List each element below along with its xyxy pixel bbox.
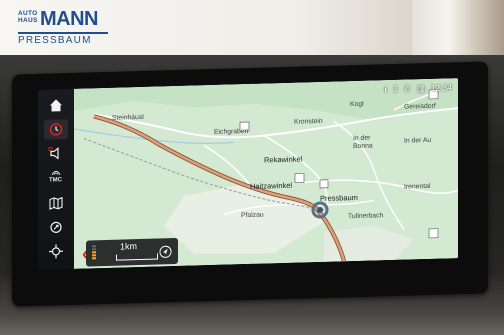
- scale-bar: [116, 253, 158, 261]
- status-bar: i 3 ✆ ▥ 12:34: [384, 80, 452, 96]
- sidebar-item-recent-destinations[interactable]: [44, 119, 68, 140]
- clock-time: 12:34: [430, 82, 452, 93]
- poi-icon[interactable]: [428, 228, 439, 239]
- place-label: Kogl: [350, 100, 364, 109]
- sidebar-item-route[interactable]: [44, 217, 68, 238]
- route-icon: [50, 221, 62, 233]
- sidebar-item-voice[interactable]: [44, 143, 68, 164]
- logo-location: PRESSBAUM: [18, 35, 92, 46]
- scale-distance: 1km: [120, 241, 138, 252]
- sidebar-item-home[interactable]: [44, 95, 68, 116]
- place-label: Pfalzau: [241, 211, 264, 220]
- home-icon: [50, 99, 62, 112]
- zoom-level-indicator: [92, 245, 96, 261]
- place-label: Eichgraben: [214, 127, 249, 136]
- logo-name: MANN: [40, 8, 99, 30]
- sidebar-item-tmc[interactable]: TMC: [44, 165, 68, 190]
- clock-icon: [49, 123, 63, 136]
- place-label: Pressbaum: [320, 192, 358, 203]
- phone-icon[interactable]: ✆: [404, 83, 411, 94]
- signal-icon: ▥: [416, 82, 425, 93]
- map-scale-panel: 1km: [86, 237, 178, 267]
- place-label: In der Au: [404, 136, 432, 145]
- place-label: Kronstein: [294, 117, 323, 126]
- logo-prefix: AUTO HAUS: [18, 10, 38, 24]
- tmc-label: TMC: [49, 177, 62, 184]
- place-label: Gereisdorf: [404, 102, 436, 111]
- nav-sidebar: TMC: [38, 88, 74, 270]
- place-label: Haitzawinkel: [250, 180, 293, 191]
- place-label: Steinhäusl: [112, 113, 144, 122]
- place-label: Irenental: [404, 182, 431, 191]
- navigation-screen: TMC Steinhäusl Eichgraben Kronstein Kogl…: [38, 78, 458, 270]
- map-icon: [49, 196, 63, 210]
- compass-icon[interactable]: [159, 245, 172, 258]
- info-count: 3: [392, 83, 398, 94]
- sidebar-item-map-view[interactable]: [44, 193, 68, 214]
- sidebar-item-position[interactable]: [44, 241, 68, 262]
- poi-icon[interactable]: [319, 179, 329, 189]
- place-label: Tullnerbach: [348, 212, 384, 221]
- crosshair-icon: [49, 244, 63, 259]
- info-icon[interactable]: i: [384, 84, 386, 94]
- poi-icon[interactable]: [294, 173, 305, 184]
- place-label: In der Bonna: [353, 134, 373, 151]
- logo-divider: [18, 32, 108, 34]
- dealer-logo: AUTO HAUS MANN PRESSBAUM: [18, 8, 110, 48]
- place-label: Rekawinkel: [264, 154, 303, 165]
- speaker-icon: [48, 147, 59, 160]
